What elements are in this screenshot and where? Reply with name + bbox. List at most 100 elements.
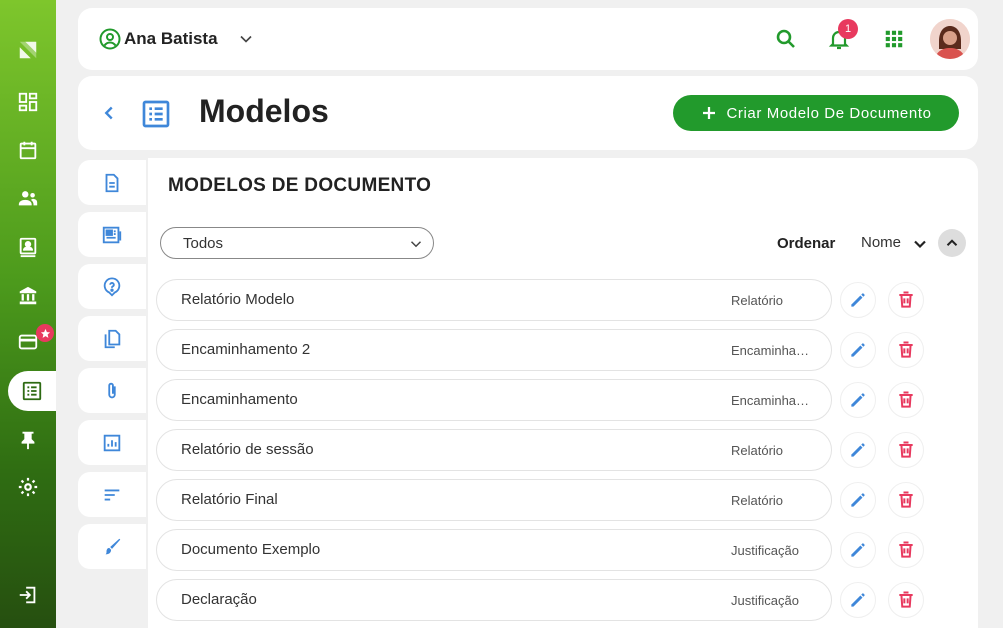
people-icon[interactable] bbox=[0, 178, 56, 218]
notification-count: 1 bbox=[838, 19, 858, 39]
list-item[interactable]: Encaminhamento 2 Encaminhamento bbox=[156, 329, 832, 371]
tab-attachments[interactable] bbox=[78, 368, 146, 413]
trash-icon bbox=[899, 441, 913, 458]
delete-button[interactable] bbox=[888, 332, 924, 368]
avatar[interactable] bbox=[930, 19, 970, 59]
trash-icon bbox=[899, 541, 913, 558]
brush-icon bbox=[105, 538, 121, 554]
list-item[interactable]: Declaração Justificação bbox=[156, 579, 832, 621]
trash-icon bbox=[899, 591, 913, 608]
tab-documents[interactable] bbox=[78, 160, 146, 205]
template-type: Relatório bbox=[731, 443, 784, 458]
chevron-down-icon bbox=[410, 241, 422, 248]
create-template-label: Criar Modelo De Documento bbox=[726, 104, 932, 122]
template-type: Encaminhamento bbox=[731, 343, 813, 358]
tab-reports[interactable] bbox=[78, 420, 146, 465]
delete-button[interactable] bbox=[888, 382, 924, 418]
delete-button[interactable] bbox=[888, 532, 924, 568]
help-icon bbox=[103, 276, 121, 297]
delete-button[interactable] bbox=[888, 282, 924, 318]
template-type: Justificação bbox=[731, 593, 799, 608]
list-icon bbox=[142, 100, 170, 128]
attachment-icon bbox=[108, 382, 116, 398]
filter-value: Todos bbox=[183, 234, 224, 252]
create-template-button[interactable]: Criar Modelo De Documento bbox=[673, 95, 959, 131]
trash-icon bbox=[899, 391, 913, 408]
newspaper-icon bbox=[102, 226, 122, 243]
template-type: Encaminhamento bbox=[731, 393, 813, 408]
pencil-icon bbox=[851, 343, 865, 357]
delete-button[interactable] bbox=[888, 432, 924, 468]
list-item[interactable]: Encaminhamento Encaminhamento bbox=[156, 379, 832, 421]
template-name: Relatório Final bbox=[181, 491, 278, 508]
chevron-down-icon[interactable] bbox=[910, 234, 930, 254]
template-type: Relatório bbox=[731, 293, 784, 308]
filter-select[interactable]: Todos bbox=[160, 227, 434, 259]
plus-icon bbox=[703, 107, 716, 119]
dashboard-icon[interactable] bbox=[0, 82, 56, 122]
pencil-icon bbox=[851, 493, 865, 507]
user-menu[interactable]: Ana Batista bbox=[98, 27, 218, 51]
pencil-icon bbox=[851, 293, 865, 307]
nav-rail bbox=[0, 0, 56, 628]
list-item[interactable]: Relatório de sessão Relatório bbox=[156, 429, 832, 471]
tab-copies[interactable] bbox=[78, 316, 146, 361]
template-type: Relatório bbox=[731, 493, 784, 508]
trash-icon bbox=[899, 491, 913, 508]
template-name: Encaminhamento bbox=[181, 391, 298, 408]
sort-direction-button[interactable] bbox=[938, 229, 966, 257]
edit-button[interactable] bbox=[840, 282, 876, 318]
contact-card-icon[interactable] bbox=[0, 227, 56, 267]
delete-button[interactable] bbox=[888, 582, 924, 618]
template-name: Relatório de sessão bbox=[181, 441, 314, 458]
logo-icon[interactable] bbox=[0, 30, 56, 70]
edit-button[interactable] bbox=[840, 482, 876, 518]
search-icon[interactable] bbox=[773, 26, 799, 52]
bank-icon[interactable] bbox=[0, 276, 56, 316]
user-circle-icon bbox=[99, 28, 121, 50]
trash-icon bbox=[899, 291, 913, 308]
tab-help[interactable] bbox=[78, 264, 146, 309]
user-name: Ana Batista bbox=[124, 29, 218, 48]
pencil-icon bbox=[851, 443, 865, 457]
template-type: Justificação bbox=[731, 543, 799, 558]
star-badge-icon bbox=[36, 324, 54, 342]
edit-button[interactable] bbox=[840, 332, 876, 368]
pencil-icon bbox=[851, 593, 865, 607]
delete-button[interactable] bbox=[888, 482, 924, 518]
pencil-icon bbox=[851, 393, 865, 407]
apps-grid-icon[interactable] bbox=[881, 26, 907, 52]
edit-button[interactable] bbox=[840, 382, 876, 418]
tab-style[interactable] bbox=[78, 524, 146, 569]
back-chevron-icon[interactable] bbox=[98, 102, 120, 124]
list-item[interactable]: Relatório Modelo Relatório bbox=[156, 279, 832, 321]
templates-panel: MODELOS DE DOCUMENTO Todos Ordenar Nome … bbox=[148, 158, 978, 628]
settings-icon[interactable] bbox=[0, 467, 56, 507]
edit-button[interactable] bbox=[840, 582, 876, 618]
template-name: Documento Exemplo bbox=[181, 541, 321, 558]
page-header: Modelos Criar Modelo De Documento bbox=[78, 76, 978, 150]
tab-sort[interactable] bbox=[78, 472, 146, 517]
edit-button[interactable] bbox=[840, 432, 876, 468]
trash-icon bbox=[899, 341, 913, 358]
sort-lines-icon bbox=[104, 489, 120, 500]
tab-news[interactable] bbox=[78, 212, 146, 257]
logout-icon[interactable] bbox=[0, 575, 56, 615]
pin-icon[interactable] bbox=[0, 420, 56, 460]
page-title: Modelos bbox=[199, 93, 329, 129]
sort-label: Ordenar bbox=[777, 235, 836, 252]
template-name: Relatório Modelo bbox=[181, 291, 295, 308]
sort-select[interactable]: Nome bbox=[861, 234, 901, 251]
calendar-icon[interactable] bbox=[0, 130, 56, 170]
chevron-down-icon[interactable] bbox=[236, 29, 256, 49]
edit-button[interactable] bbox=[840, 532, 876, 568]
document-icon bbox=[105, 173, 119, 192]
template-name: Declaração bbox=[181, 591, 257, 608]
list-icon[interactable] bbox=[8, 371, 56, 411]
list-item[interactable]: Documento Exemplo Justificação bbox=[156, 529, 832, 571]
copy-icon bbox=[104, 329, 121, 348]
chart-icon bbox=[103, 434, 121, 451]
list-item[interactable]: Relatório Final Relatório bbox=[156, 479, 832, 521]
top-bar: Ana Batista 1 bbox=[78, 8, 978, 70]
credit-card-icon[interactable] bbox=[0, 322, 56, 362]
